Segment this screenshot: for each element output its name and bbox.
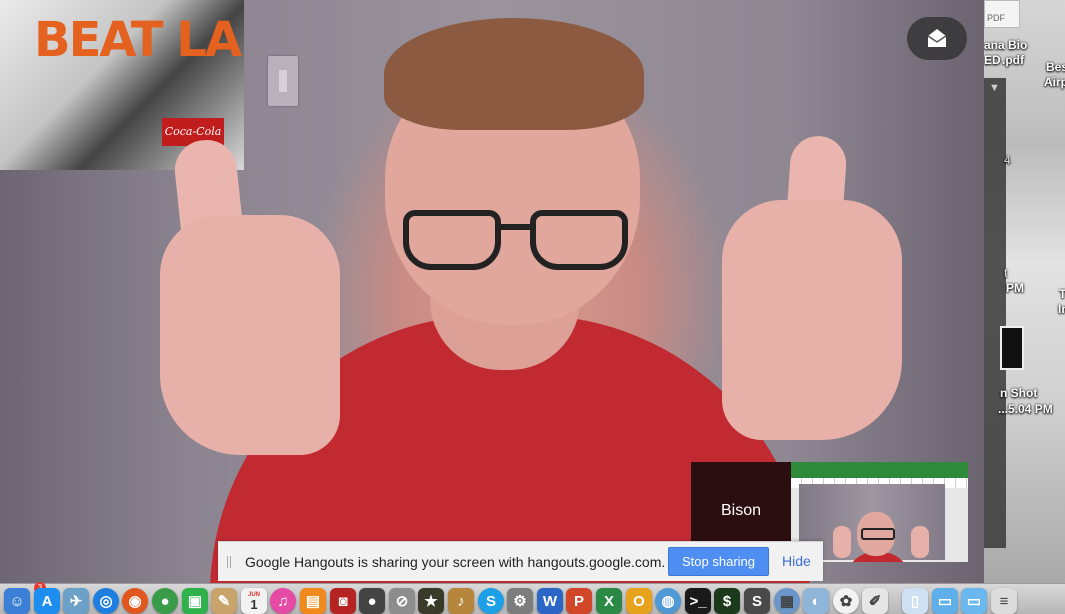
word-icon[interactable]: W — [537, 588, 563, 614]
outlook-icon[interactable]: O — [626, 588, 652, 614]
calendar-icon[interactable]: JUN 1 — [241, 588, 267, 614]
textedit-icon[interactable]: ✐ — [862, 588, 888, 614]
desktop-file-label[interactable]: ED — [984, 53, 1001, 67]
desktop-side-panel: ▼ — [984, 78, 1006, 548]
screenshot-file-icon[interactable] — [1000, 326, 1024, 370]
hangout-video-window: BEAT LA Coca-Cola Bison Google Hangouts … — [0, 0, 984, 583]
no-entry-icon[interactable]: ⊘ — [389, 588, 415, 614]
pdf-file-tag: PDF — [987, 13, 1005, 23]
participant-name: Bison — [720, 502, 762, 519]
desktop-file-label[interactable]: Bes — [1046, 60, 1065, 74]
desktop: PDF ▼ ana Bio ED .pdf Bes Airp 4 t PM T … — [984, 0, 1065, 583]
preview-icon[interactable]: ✈ — [63, 588, 89, 614]
safari-icon[interactable]: ◎ — [93, 588, 119, 614]
share-message: Google Hangouts is sharing your screen w… — [245, 554, 666, 570]
desktop-file-time: PM — [1006, 281, 1024, 295]
system-preferences-icon[interactable]: ⚙ — [507, 588, 533, 614]
photos-icon[interactable]: ✿ — [833, 588, 859, 614]
screenshot-file-label[interactable]: n Shot — [1000, 386, 1037, 400]
drag-handle-icon[interactable] — [227, 556, 232, 568]
screenshot-file-label[interactable]: ...5.04 PM — [998, 402, 1053, 416]
chrome-icon[interactable]: ● — [152, 588, 178, 614]
ibooks-icon[interactable]: ▤ — [300, 588, 326, 614]
desktop-file-label[interactable]: .pdf — [1002, 53, 1024, 67]
star-icon[interactable]: ★ — [418, 588, 444, 614]
facetime-icon[interactable]: ▣ — [182, 588, 208, 614]
guitar-icon[interactable]: ♪ — [448, 588, 474, 614]
person-glasses — [395, 210, 640, 272]
present-to-everyone-button[interactable] — [907, 17, 967, 60]
desktop-file-label[interactable]: ana Bio — [984, 38, 1027, 52]
desktop-file-label[interactable]: Airp — [1044, 75, 1065, 89]
finder-icon[interactable]: ☺ — [4, 588, 30, 614]
right-hand — [722, 200, 902, 440]
light-switch — [268, 56, 298, 106]
desktop-file-label[interactable]: In — [1058, 302, 1065, 316]
downloads-folder-icon[interactable]: ▭ — [961, 588, 987, 614]
shared-screen-toolbar — [791, 462, 968, 478]
folder-icon[interactable]: ▭ — [932, 588, 958, 614]
envelope-open-icon — [927, 29, 947, 47]
sublime-icon[interactable]: S — [744, 588, 770, 614]
stop-sharing-button[interactable]: Stop sharing — [668, 547, 769, 576]
preview-photos-icon[interactable]: ▦ — [774, 588, 800, 614]
poster-text: BEAT LA — [34, 12, 242, 68]
photo-booth-icon[interactable]: ◙ — [330, 588, 356, 614]
desktop-side-number: 4 — [1004, 153, 1011, 167]
notes-icon[interactable]: ✎ — [211, 588, 237, 614]
pdf-file-icon[interactable]: PDF — [984, 0, 1020, 28]
firefox-icon[interactable]: ◉ — [122, 588, 148, 614]
image-capture-icon[interactable]: ◐ — [803, 588, 829, 614]
itunes-icon[interactable]: ♫ — [270, 588, 296, 614]
left-hand — [160, 215, 340, 455]
calendar-day: 1 — [250, 596, 258, 612]
person-hair — [384, 18, 644, 130]
document-icon[interactable]: ▯ — [902, 588, 928, 614]
dock: 3 ☺A✈◎◉●▣✎JUN1♫▤◙●⊘★♪S⚙WPXO◍>_$S▦◐✿✐▯▭▭≡ — [0, 582, 1065, 614]
globe-icon[interactable]: ◍ — [655, 588, 681, 614]
skype-icon[interactable]: S — [478, 588, 504, 614]
bomb-icon[interactable]: ● — [359, 588, 385, 614]
app-store-icon[interactable]: A — [34, 588, 60, 614]
terminal-icon[interactable]: >_ — [685, 588, 711, 614]
screen-share-notification-bar: Google Hangouts is sharing your screen w… — [218, 541, 823, 581]
terminal-green-icon[interactable]: $ — [714, 588, 740, 614]
excel-icon[interactable]: X — [596, 588, 622, 614]
stack-icon[interactable]: ≡ — [991, 588, 1017, 614]
chevron-down-icon[interactable]: ▼ — [989, 82, 1000, 94]
hide-link[interactable]: Hide — [782, 553, 811, 569]
desktop-file-label[interactable]: T — [1059, 287, 1065, 301]
desktop-time-prefix: t — [1004, 266, 1008, 280]
powerpoint-icon[interactable]: P — [566, 588, 592, 614]
